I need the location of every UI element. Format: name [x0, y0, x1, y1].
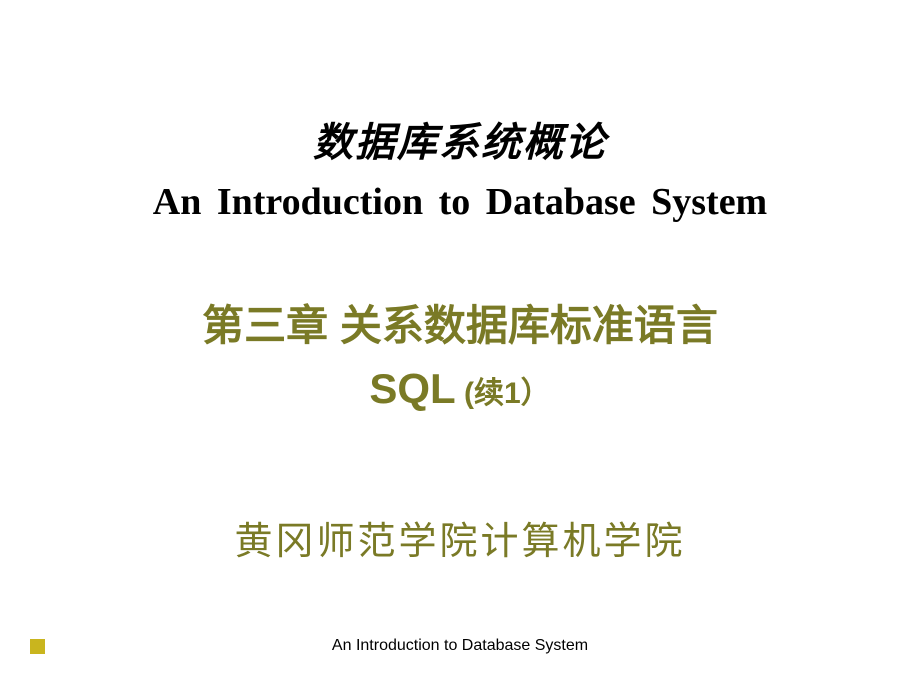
title-chinese: 数据库系统概论 — [313, 110, 607, 168]
slide-content: 数据库系统概论 An Introduction to Database Syst… — [0, 0, 920, 690]
chapter-sql: SQL — [369, 365, 455, 412]
chapter-continued: (续1） — [456, 377, 551, 410]
institution-name: 黄冈师范学院计算机学院 — [234, 510, 685, 565]
title-english: An Introduction to Database System — [153, 180, 767, 224]
footer-text: An Introduction to Database System — [332, 637, 588, 655]
chapter-line1: 第三章 关系数据库标准语言 — [202, 302, 718, 349]
accent-square-icon — [30, 639, 45, 654]
chapter-title: 第三章 关系数据库标准语言 SQL (续1） — [202, 294, 718, 420]
